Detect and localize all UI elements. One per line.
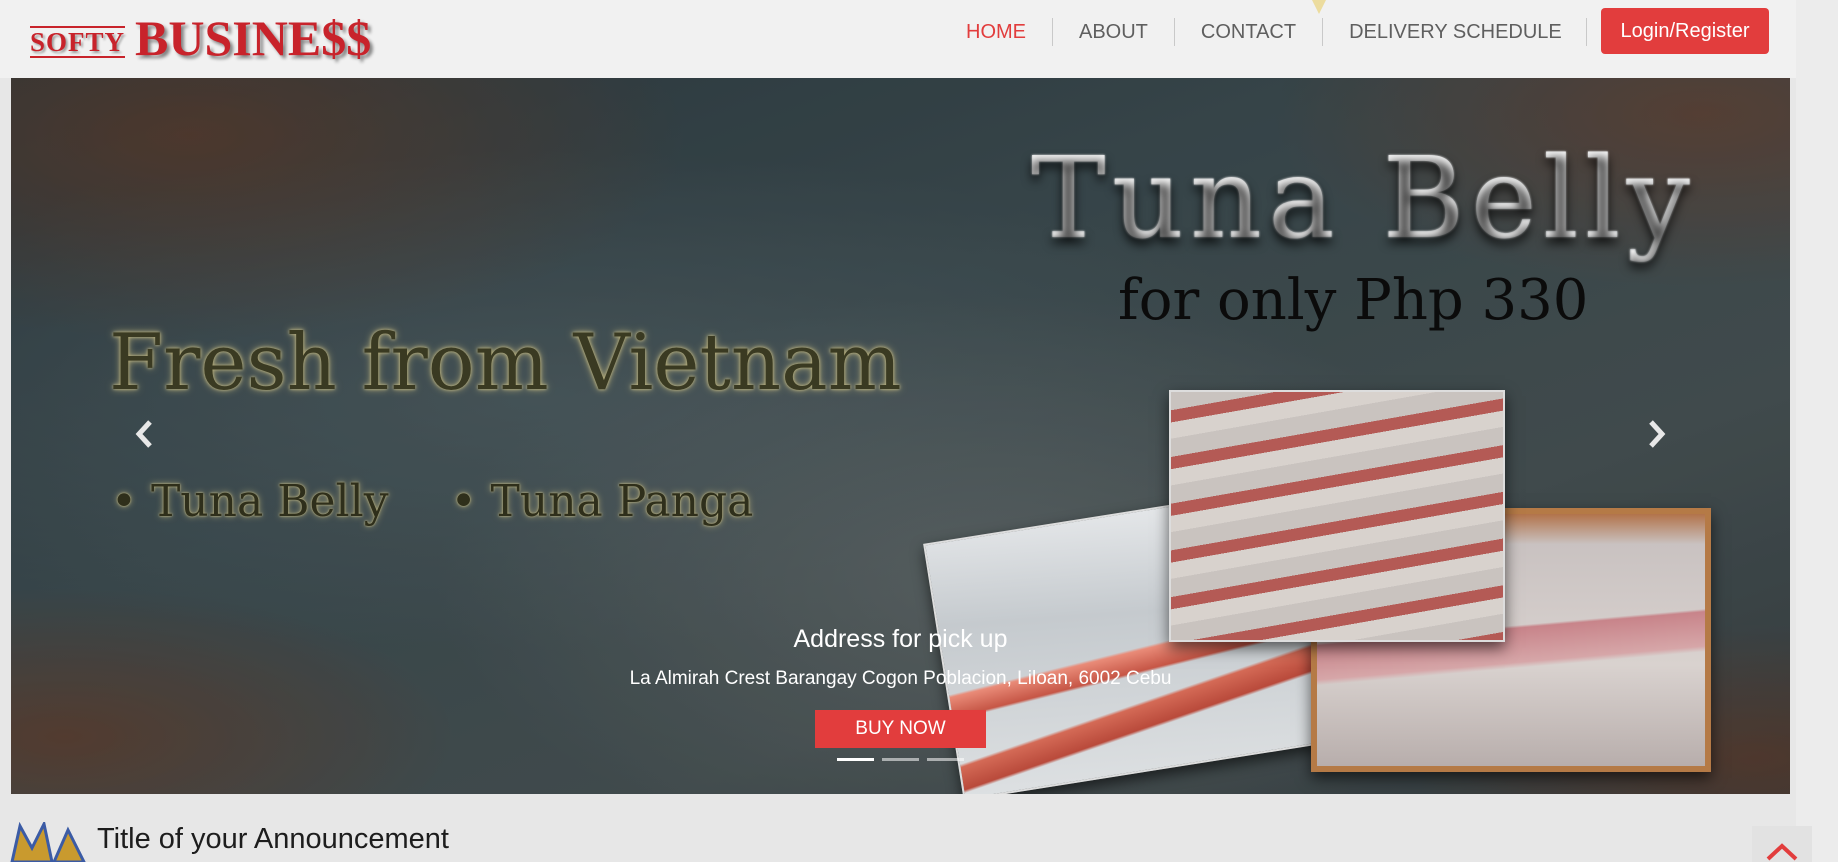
- carousel-indicator-3[interactable]: [927, 758, 964, 761]
- announcement-title: Title of your Announcement: [97, 823, 449, 855]
- mouse-cursor-icon: [1312, 0, 1326, 14]
- carousel-next-button[interactable]: [1638, 416, 1674, 452]
- nav-delivery-schedule[interactable]: DELIVERY SCHEDULE: [1322, 18, 1587, 46]
- nav-home[interactable]: HOME: [940, 18, 1052, 46]
- nav-about[interactable]: ABOUT: [1052, 18, 1174, 46]
- banner-headline: Tuna Belly: [1031, 134, 1696, 264]
- brand-prefix: SOFTY: [30, 26, 126, 58]
- chevron-left-icon: [135, 420, 152, 448]
- banner-products: • Tuna Belly • Tuna Panga: [111, 476, 815, 527]
- scroll-to-top-button[interactable]: [1752, 826, 1812, 862]
- brand-name: BUSINE$$: [135, 10, 372, 66]
- announcement-logo-icon: [10, 819, 86, 862]
- brand-logo[interactable]: SOFTY BUSINE$$: [30, 12, 371, 64]
- carousel-indicator-1[interactable]: [837, 758, 874, 761]
- page-right-gutter: [1796, 0, 1838, 862]
- login-register-button[interactable]: Login/Register: [1601, 8, 1769, 54]
- chevron-up-icon: [1766, 843, 1798, 861]
- carousel-indicators: [837, 758, 972, 761]
- banner-price: for only Php 330: [1118, 268, 1589, 333]
- chevron-right-icon: [1649, 420, 1666, 448]
- product-tuna-panga: • Tuna Panga: [450, 476, 754, 527]
- fish-photo-bagged: [1169, 390, 1505, 642]
- product-tuna-belly: • Tuna Belly: [111, 476, 389, 527]
- carousel-caption-text: La Almirah Crest Barangay Cogon Poblacio…: [629, 668, 1172, 689]
- carousel-prev-button[interactable]: [127, 416, 163, 452]
- main-nav: HOME ABOUT CONTACT DELIVERY SCHEDULE: [940, 0, 1587, 64]
- carousel-caption-title: Address for pick up: [793, 625, 1008, 653]
- nav-contact[interactable]: CONTACT: [1173, 18, 1322, 46]
- banner-origin: Fresh from Vietnam: [109, 318, 902, 408]
- hero-carousel: Tuna Belly for only Php 330 Fresh from V…: [11, 78, 1790, 794]
- buy-now-button[interactable]: BUY NOW: [815, 710, 986, 748]
- navbar: SOFTY BUSINE$$ HOME ABOUT CONTACT DELIVE…: [0, 0, 1838, 78]
- carousel-indicator-2[interactable]: [882, 758, 919, 761]
